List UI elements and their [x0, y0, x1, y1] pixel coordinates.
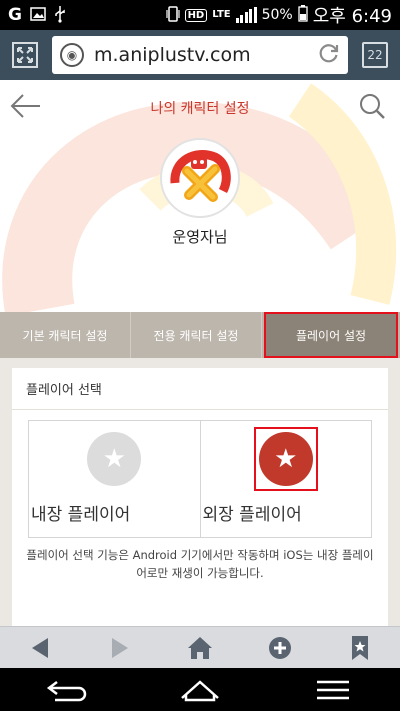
carrier-icon: G — [8, 4, 22, 25]
tab-player-settings[interactable]: 플레이어 설정 — [264, 312, 398, 358]
url-text: m.aniplustv.com — [94, 44, 251, 66]
android-nav-bar — [0, 668, 400, 711]
hd-badge: HD — [184, 8, 208, 22]
tabs-icon: 22 — [362, 42, 388, 68]
character-avatar-image — [166, 144, 234, 212]
browser-home-button[interactable] — [180, 628, 220, 668]
browser-back-button[interactable] — [20, 628, 60, 668]
panel-wrapper: 플레이어 선택 ★ 내장 플레이어 ★ 외장 플레이어 플레이어 선택 기능은 … — [0, 358, 400, 626]
signal-icon — [235, 7, 257, 23]
player-select-panel: 플레이어 선택 ★ 내장 플레이어 ★ 외장 플레이어 플레이어 선택 기능은 … — [12, 368, 388, 626]
globe-icon: ◉ — [60, 43, 84, 67]
nav-home-button[interactable] — [170, 670, 230, 710]
screen: G HD LTE 50% 오후 6:49 ◉ m.aniplustv.com 2… — [0, 0, 400, 711]
page-header: 나의 캐릭터 설정 — [0, 80, 400, 132]
star-icon: ★ — [258, 432, 313, 486]
nav-menu-button[interactable] — [303, 670, 363, 710]
browser-toolbar — [0, 626, 400, 668]
nav-home-icon — [181, 679, 219, 701]
add-icon — [269, 636, 291, 659]
tabs-button[interactable]: 22 — [358, 38, 392, 72]
refresh-icon[interactable] — [318, 42, 340, 69]
panel-heading: 플레이어 선택 — [12, 368, 388, 410]
browser-forward-button[interactable] — [100, 628, 140, 668]
bookmark-icon — [352, 635, 368, 660]
page-title: 나의 캐릭터 설정 — [150, 101, 250, 117]
battery-icon — [298, 5, 308, 25]
search-icon[interactable] — [358, 92, 386, 120]
internal-player-option[interactable]: ★ 내장 플레이어 — [29, 421, 200, 537]
browser-url-bar: ◉ m.aniplustv.com 22 — [0, 30, 400, 80]
player-options: ★ 내장 플레이어 ★ 외장 플레이어 — [28, 420, 372, 538]
clock: 오후 6:49 — [312, 6, 392, 27]
external-player-label: 외장 플레이어 — [202, 505, 302, 525]
browser-add-button[interactable] — [260, 628, 300, 668]
settings-tab-bar: 기본 캐릭터 설정 전용 캐릭터 설정 플레이어 설정 — [0, 312, 400, 358]
browser-bookmark-button[interactable] — [340, 628, 380, 668]
home-icon — [188, 636, 212, 659]
forward-icon — [112, 637, 128, 658]
nav-menu-icon — [317, 680, 350, 699]
vibrate-icon — [165, 5, 180, 25]
status-bar: G HD LTE 50% 오후 6:49 — [0, 0, 400, 30]
nav-back-icon — [46, 680, 86, 701]
nav-back-button[interactable] — [37, 670, 97, 710]
tab-exclusive-character[interactable]: 전용 캐릭터 설정 — [131, 312, 262, 358]
expand-button[interactable] — [8, 38, 42, 72]
web-page: 나의 캐릭터 설정 운영자님 기본 캐릭터 설정 전용 캐릭터 설정 플레이어 … — [0, 80, 400, 626]
external-player-option[interactable]: ★ 외장 플레이어 — [199, 421, 372, 537]
player-note: 플레이어 선택 기능은 Android 기기에서만 작동하며 iOS는 내장 플… — [26, 548, 374, 580]
image-icon — [30, 6, 46, 24]
external-player-icon-wrap: ★ — [253, 427, 318, 491]
url-field[interactable]: ◉ m.aniplustv.com — [52, 36, 348, 74]
star-icon: ★ — [87, 432, 142, 486]
internal-player-icon-wrap: ★ — [84, 429, 144, 489]
nickname: 운영자님 — [172, 228, 228, 246]
usb-icon — [54, 5, 66, 26]
avatar — [160, 138, 240, 218]
expand-icon — [12, 42, 38, 68]
internal-player-label: 내장 플레이어 — [31, 505, 131, 525]
lte-label: LTE — [212, 9, 231, 20]
profile-section: 운영자님 — [0, 138, 400, 247]
battery-text: 50% — [261, 7, 293, 23]
back-icon — [32, 637, 48, 658]
tab-basic-character[interactable]: 기본 캐릭터 설정 — [0, 312, 131, 358]
